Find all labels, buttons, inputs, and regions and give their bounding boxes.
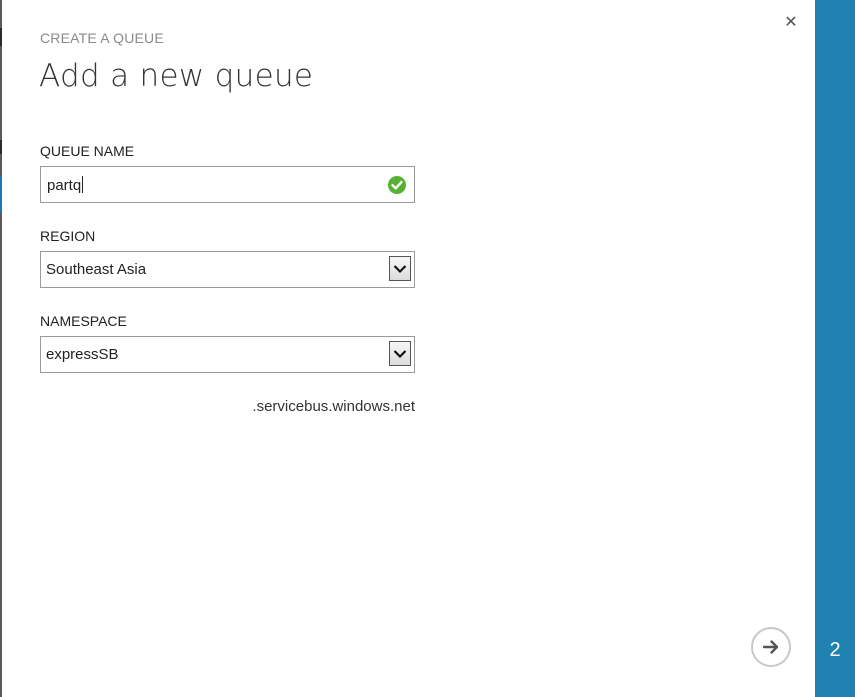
queue-name-label: QUEUE NAME xyxy=(40,143,135,159)
chevron-down-icon xyxy=(393,350,407,359)
region-select[interactable]: Southeast Asia xyxy=(40,251,415,288)
dialog-title: Add a new queue xyxy=(39,58,314,94)
dialog-subtitle: CREATE A QUEUE xyxy=(40,30,164,46)
region-label: REGION xyxy=(40,228,96,244)
close-icon: ✕ xyxy=(784,12,798,31)
wizard-step-bar xyxy=(815,0,855,697)
queue-name-value: partq xyxy=(47,177,82,194)
close-button[interactable]: ✕ xyxy=(781,11,801,33)
namespace-domain-suffix: .servicebus.windows.net xyxy=(252,398,415,415)
namespace-label: NAMESPACE xyxy=(40,313,127,329)
namespace-value: expressSB xyxy=(46,346,119,363)
region-dropdown-button[interactable] xyxy=(389,256,411,281)
next-button[interactable] xyxy=(751,627,791,667)
arrow-right-icon xyxy=(762,640,779,654)
namespace-dropdown-button[interactable] xyxy=(389,341,411,366)
region-value: Southeast Asia xyxy=(46,261,147,278)
namespace-select[interactable]: expressSB xyxy=(40,336,415,373)
chevron-down-icon xyxy=(393,265,407,274)
queue-name-input[interactable]: partq xyxy=(40,166,415,203)
check-icon xyxy=(388,176,406,194)
wizard-step-number: 2 xyxy=(829,639,841,661)
text-caret xyxy=(82,176,84,193)
